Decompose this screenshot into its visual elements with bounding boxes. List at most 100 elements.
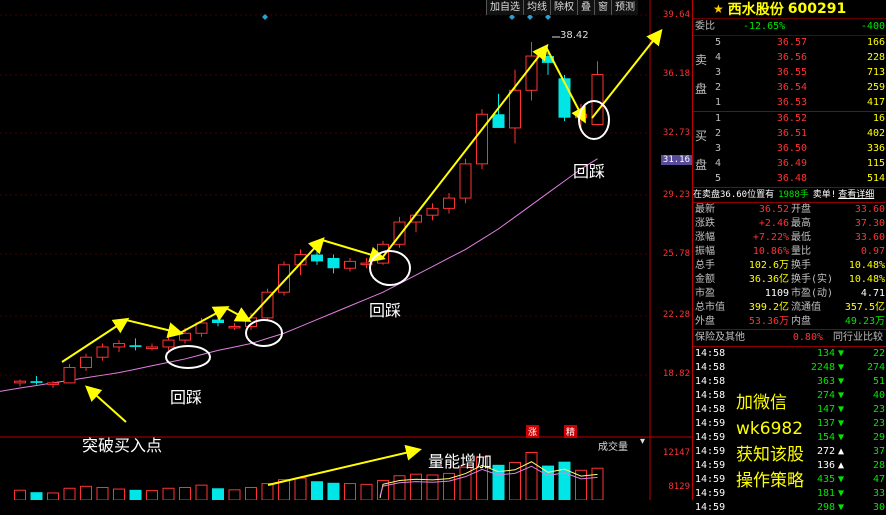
arrow-down-icon: ▼	[837, 418, 845, 429]
volume-bar	[96, 486, 109, 500]
chart-toolbar: 加自选 均线 除权 叠 窗 预测	[486, 0, 638, 15]
quote-value: 49.23万	[844, 316, 885, 327]
volume-bar	[113, 488, 125, 500]
quote-value: 10.48%	[848, 260, 885, 271]
quote-value: 102.6万	[748, 260, 789, 271]
tick-volume: 136	[816, 460, 835, 471]
tick-row: 14:58 363 ▼ 51	[693, 375, 886, 389]
buy-label: 买	[694, 128, 707, 143]
candle-body	[426, 207, 439, 216]
sell-volume: 417	[866, 97, 885, 108]
kline-chart[interactable]	[0, 0, 692, 500]
volume-bar	[410, 473, 422, 500]
candle-body	[129, 345, 142, 347]
volume-bar	[558, 461, 571, 500]
sell-price: 36.56	[776, 52, 807, 63]
sell-row: 1 36.53 417	[709, 96, 886, 111]
tick-volume: 147	[816, 404, 835, 415]
quote-row: 市盈 1109 市盈(动) 4.71	[693, 287, 886, 301]
quote-row: 总市值 399.2亿 流通值 357.5亿	[693, 301, 886, 315]
candle-body	[278, 264, 290, 293]
quote-value: 36.36亿	[748, 274, 789, 285]
chevron-down-icon[interactable]: ▾	[640, 436, 645, 447]
tick-volume: 298	[816, 502, 835, 513]
industry-compare-button[interactable]: 同行业比较	[823, 330, 886, 346]
y-tick: 25.78	[662, 249, 690, 259]
toolbar-overlay[interactable]: 叠	[577, 0, 594, 15]
quote-label: 金额	[695, 274, 715, 285]
volume-bar	[591, 467, 604, 500]
tick-row: 14:58 147 ▼ 23	[693, 403, 886, 417]
tick-time: 14:59	[695, 446, 726, 457]
tick-volume: 2248	[810, 362, 835, 373]
tick-spacer	[735, 417, 795, 431]
toolbar-exright[interactable]: 除权	[550, 0, 577, 15]
trend-arrow	[85, 385, 127, 423]
volume-bar	[360, 483, 373, 500]
volume-bar	[47, 492, 59, 500]
tick-row: 14:58 134 ▼ 22	[693, 347, 886, 361]
buy-price: 36.49	[776, 158, 807, 169]
sell-rows: 5 36.57 166 4 36.56 228 3 36.55 713 2 36.54 259 1 36.…	[709, 36, 886, 111]
tick-spacer	[735, 445, 795, 459]
buy-volume: 16	[872, 113, 885, 124]
candle-body	[492, 114, 505, 128]
sell-label: 卖	[694, 52, 707, 67]
tick-spacer	[735, 375, 795, 389]
stock-code: 600291	[787, 1, 847, 17]
sell-row: 3 36.55 713	[709, 66, 886, 81]
tick-count: 274	[866, 362, 885, 373]
toolbar-forecast[interactable]: 预测	[611, 0, 638, 15]
tick-list: 14:58 134 ▼ 22 14:58 2248 ▼ 274 14:58 363 ▼ 51 14:58…	[693, 347, 886, 515]
buy-price: 36.52	[776, 113, 807, 124]
quote-label: 内盘	[791, 316, 811, 327]
buy-price: 36.51	[776, 128, 807, 139]
tick-row: 14:59 298 ▼ 30	[693, 501, 886, 515]
buy-volume: 336	[866, 143, 885, 154]
star-icon[interactable]: ★	[713, 2, 724, 16]
arrow-down-icon: ▼	[837, 474, 845, 485]
tick-time: 14:59	[695, 502, 726, 513]
buy-rows: 1 36.52 16 2 36.51 402 3 36.50 336 4 36.49 115 5 36.4…	[709, 112, 886, 187]
quote-panel: ★ 西水股份 600291 委比 -12.65% -400 卖 盘 5 36.57…	[692, 0, 886, 513]
tick-volume: 272	[816, 446, 835, 457]
breakout-buy-label: 突破买入点	[82, 436, 163, 455]
y-tick: 36.18	[662, 69, 690, 79]
volume-bar	[212, 488, 224, 500]
volume-bar	[311, 481, 323, 500]
tick-spacer	[735, 459, 795, 473]
quote-label: 换手	[791, 260, 811, 271]
candle-body	[179, 332, 191, 341]
pullback-label-3: 回踩	[573, 162, 606, 181]
sell-volume: 259	[866, 82, 885, 93]
tick-row: 14:59 272 ▲ 37	[693, 445, 886, 459]
candle-body	[228, 325, 241, 329]
status-line: 在卖盘36.60位置有 1988手 卖单! 查看详细	[693, 188, 886, 202]
quote-label: 总市值	[695, 302, 725, 313]
quote-row: 振幅 10.86% 量比 0.97	[693, 245, 886, 259]
quote-value: 0.97	[860, 246, 885, 257]
toolbar-ma[interactable]: 均线	[523, 0, 550, 15]
volume-bar	[327, 482, 340, 500]
sell-price: 36.55	[776, 67, 807, 78]
quote-label: 涨跌	[695, 218, 715, 229]
weibi-row: 委比 -12.65% -400	[693, 19, 886, 36]
weibi-label: 委比	[695, 21, 715, 32]
buy-row: 5 36.48 514	[709, 172, 886, 187]
toolbar-add-watchlist[interactable]: 加自选	[486, 0, 523, 15]
toolbar-window[interactable]: 窗	[594, 0, 611, 15]
trend-arrow	[267, 444, 422, 486]
trend-arrow	[125, 319, 184, 338]
sell-level: 3	[714, 67, 722, 78]
tick-count: 29	[872, 432, 885, 443]
status-detail-link[interactable]: 查看详细	[838, 188, 874, 202]
candle-body	[459, 163, 472, 199]
quote-value: 37.30	[854, 218, 885, 229]
quote-label: 涨幅	[695, 232, 715, 243]
quote-value: 10.86%	[752, 246, 789, 257]
volume-title[interactable]: 成交量	[598, 438, 628, 453]
y-tick: 29.23	[662, 190, 690, 200]
buy-level: 3	[714, 143, 722, 154]
pullback-circle	[369, 250, 411, 286]
y-tick: 18.82	[662, 369, 690, 379]
